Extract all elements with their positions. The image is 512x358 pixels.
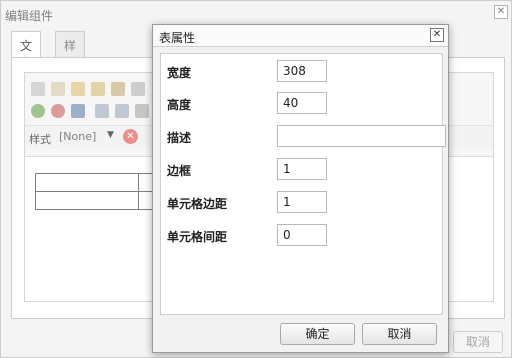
height-label: 高度 — [167, 98, 192, 112]
cell-spacing-row: 单元格间距 — [167, 224, 437, 246]
cell-padding-input[interactable] — [277, 191, 327, 213]
cell-padding-row: 单元格边距 — [167, 191, 437, 213]
width-row: 宽度 — [167, 60, 437, 82]
width-input[interactable] — [277, 60, 327, 82]
cell-spacing-input[interactable] — [277, 224, 327, 246]
cell-padding-label: 单元格边距 — [167, 197, 228, 211]
border-input[interactable] — [277, 158, 327, 180]
height-input[interactable] — [277, 92, 327, 114]
cancel-button[interactable]: 取消 — [362, 323, 437, 345]
description-input[interactable] — [277, 125, 446, 147]
ok-button[interactable]: 确定 — [280, 323, 355, 345]
modal-body: 宽度 高度 描述 边框 单元格边距 单元格间距 — [160, 53, 446, 315]
border-row: 边框 — [167, 158, 437, 180]
close-icon[interactable]: ✕ — [430, 28, 444, 42]
description-label: 描述 — [167, 131, 192, 145]
width-label: 宽度 — [167, 66, 192, 80]
height-row: 高度 — [167, 92, 437, 114]
modal-title: 表属性 — [159, 31, 196, 45]
description-row: 描述 — [167, 125, 446, 147]
modal-footer: 确定 取消 — [153, 319, 448, 351]
table-properties-dialog: 表属性 ✕ 宽度 高度 描述 边框 单元格边距 单元格间距 确定 取消 — [152, 24, 449, 353]
cell-spacing-label: 单元格间距 — [167, 230, 228, 244]
border-label: 边框 — [167, 164, 192, 178]
modal-header: 表属性 ✕ — [153, 25, 448, 47]
